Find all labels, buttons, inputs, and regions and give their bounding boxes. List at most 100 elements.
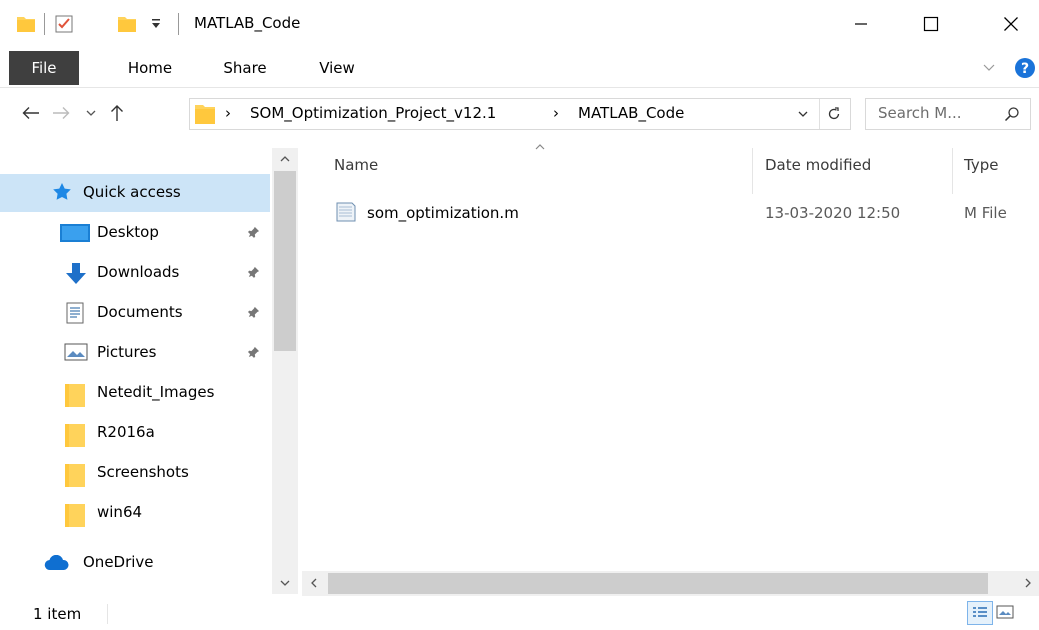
file-date: 13-03-2020 12:50: [765, 204, 901, 222]
scroll-down-icon[interactable]: [280, 579, 290, 587]
star-icon: [52, 182, 72, 202]
navigation-pane: Quick access Desktop Downloads Documents: [0, 148, 300, 596]
recent-locations-button[interactable]: [78, 100, 104, 126]
minimize-icon: [855, 23, 867, 25]
pin-icon[interactable]: [248, 346, 262, 360]
folder-icon: [194, 102, 216, 126]
forward-button[interactable]: [48, 100, 74, 126]
column-header-date[interactable]: Date modified: [765, 156, 871, 174]
sort-ascending-icon: [534, 142, 546, 152]
folder-icon: [64, 502, 86, 528]
scroll-up-icon[interactable]: [280, 155, 290, 163]
close-button[interactable]: [988, 0, 1034, 48]
divider: [178, 13, 179, 35]
sidebar-item-downloads[interactable]: Downloads: [0, 254, 270, 292]
details-view-button[interactable]: [967, 601, 993, 625]
divider: [819, 99, 820, 129]
tab-view[interactable]: View: [311, 48, 363, 88]
sidebar-item-pictures[interactable]: Pictures: [0, 334, 270, 372]
content-horizontal-scrollbar[interactable]: [302, 571, 1039, 596]
file-type: M File: [964, 204, 1007, 222]
folder-icon: [64, 462, 86, 488]
address-row: › SOM_Optimization_Project_v12.1 › MATLA…: [0, 88, 1039, 148]
sidebar-item-quick-access[interactable]: Quick access: [0, 174, 270, 212]
sidebar-item-desktop[interactable]: Desktop: [0, 214, 270, 252]
large-icons-view-icon: [996, 605, 1014, 619]
sidebar-item-label: win64: [97, 503, 143, 521]
large-icons-view-button[interactable]: [993, 601, 1017, 623]
title-bar: MATLAB_Code: [0, 0, 1039, 48]
documents-icon: [66, 302, 86, 324]
sidebar-item-label: OneDrive: [83, 553, 154, 571]
address-bar[interactable]: › SOM_Optimization_Project_v12.1 › MATLA…: [189, 98, 851, 130]
desktop-icon: [60, 222, 90, 244]
column-divider[interactable]: [752, 148, 753, 194]
tab-home[interactable]: Home: [120, 48, 180, 88]
svg-text:?: ?: [1021, 61, 1029, 77]
up-arrow-icon: [111, 105, 123, 121]
tab-share[interactable]: Share: [214, 48, 276, 88]
maximize-button[interactable]: [908, 0, 954, 48]
minimize-button[interactable]: [838, 0, 884, 48]
window-title: MATLAB_Code: [194, 14, 301, 32]
address-dropdown-icon[interactable]: [797, 109, 809, 119]
column-header-name[interactable]: Name: [334, 156, 378, 174]
search-icon[interactable]: [1004, 106, 1020, 122]
customize-quick-access-icon[interactable]: [149, 16, 163, 32]
pin-icon[interactable]: [248, 226, 262, 240]
sidebar-item-label: Screenshots: [97, 463, 189, 481]
file-name: som_optimization.m: [367, 204, 519, 222]
breadcrumb-project[interactable]: SOM_Optimization_Project_v12.1: [250, 104, 496, 122]
details-view-icon: [973, 607, 987, 617]
divider: [44, 13, 45, 35]
divider: [107, 604, 108, 624]
close-icon: [1004, 17, 1018, 31]
breadcrumb-matlab-code[interactable]: MATLAB_Code: [578, 104, 684, 122]
navigation-scrollbar[interactable]: [272, 148, 298, 594]
up-button[interactable]: [104, 100, 130, 126]
item-count: 1 item: [33, 605, 82, 623]
folder-icon: [64, 422, 86, 448]
pin-icon[interactable]: [248, 306, 262, 320]
sidebar-item-win64[interactable]: win64: [0, 494, 270, 532]
ribbon-tabs: File Home Share View ?: [0, 48, 1039, 88]
scrollbar-thumb[interactable]: [274, 171, 296, 351]
breadcrumb-separator[interactable]: ›: [225, 104, 231, 122]
sidebar-item-label: Netedit_Images: [97, 383, 215, 401]
scrollbar-thumb[interactable]: [328, 573, 988, 594]
sidebar-item-label: Desktop: [97, 223, 159, 241]
forward-arrow-icon: [53, 107, 70, 119]
refresh-icon[interactable]: [826, 106, 842, 122]
pictures-icon: [64, 342, 88, 362]
sidebar-item-label: Documents: [97, 303, 183, 321]
sidebar-item-label: R2016a: [97, 423, 155, 441]
properties-icon[interactable]: [54, 14, 74, 34]
sidebar-item-label: Pictures: [97, 343, 157, 361]
file-list: Name Date modified Type som_optimization…: [302, 144, 1039, 596]
table-row[interactable]: som_optimization.m 13-03-2020 12:50 M Fi…: [334, 196, 1039, 232]
scroll-right-icon[interactable]: [1024, 578, 1032, 588]
expand-ribbon-icon[interactable]: [982, 62, 996, 74]
sidebar-item-documents[interactable]: Documents: [0, 294, 270, 332]
search-box[interactable]: Search M...: [865, 98, 1031, 130]
scroll-left-icon[interactable]: [310, 578, 318, 588]
cloud-icon: [44, 555, 70, 571]
tab-file[interactable]: File: [9, 51, 79, 85]
back-button[interactable]: [18, 100, 44, 126]
new-folder-icon[interactable]: [117, 14, 137, 34]
sidebar-item-onedrive[interactable]: OneDrive: [0, 544, 270, 582]
help-icon[interactable]: ?: [1014, 57, 1036, 79]
matlab-file-icon: [334, 200, 358, 224]
folder-icon: [64, 382, 86, 408]
breadcrumb-separator[interactable]: ›: [553, 104, 559, 122]
column-divider[interactable]: [952, 148, 953, 194]
sidebar-item-netedit-images[interactable]: Netedit_Images: [0, 374, 270, 412]
back-arrow-icon: [22, 107, 39, 119]
sidebar-item-label: Downloads: [97, 263, 180, 281]
search-placeholder[interactable]: Search M...: [878, 104, 962, 122]
downloads-icon: [64, 262, 88, 286]
sidebar-item-r2016a[interactable]: R2016a: [0, 414, 270, 452]
column-header-type[interactable]: Type: [964, 156, 998, 174]
pin-icon[interactable]: [248, 266, 262, 280]
sidebar-item-screenshots[interactable]: Screenshots: [0, 454, 270, 492]
